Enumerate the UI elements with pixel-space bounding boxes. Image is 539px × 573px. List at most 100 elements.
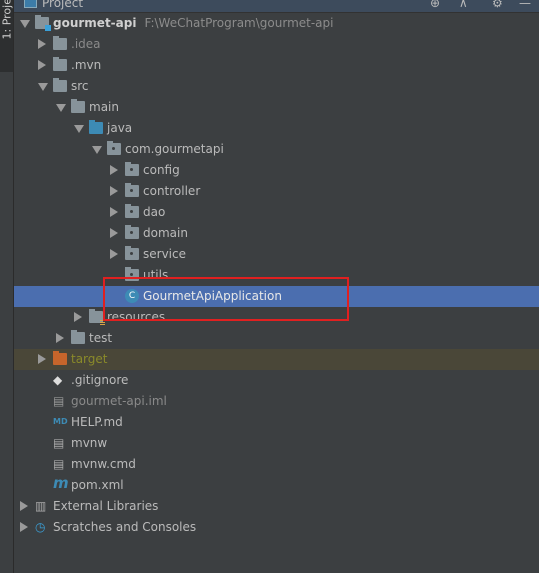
resources-folder-icon [89,309,105,326]
left-tool-strip: 1: Project [0,0,14,573]
tree-item[interactable]: controller [14,181,539,202]
text-file-icon: ▤ [53,457,65,471]
tree-item[interactable]: ▤ mvnw.cmd [14,454,539,475]
chevron-right-icon[interactable] [38,39,46,49]
item-name: com.gourmetapi [125,142,224,156]
tree-item[interactable]: .idea [14,34,539,55]
item-name: Scratches and Consoles [53,520,197,534]
tree-item[interactable]: java [14,118,539,139]
tree-item-label: HELP.md [71,415,123,429]
tree-item[interactable]: ◷ Scratches and Consoles [14,517,539,538]
tree-item[interactable]: ▥ External Libraries [14,496,539,517]
chevron-right-icon[interactable] [56,333,64,343]
tree-item[interactable]: test [14,328,539,349]
item-name: gourmet-api [53,16,137,30]
tree-item[interactable]: gourmet-api F:\WeChatProgram\gourmet-api [14,13,539,34]
tree-item[interactable]: ▤ mvnw [14,433,539,454]
tree-item-label: gourmet-api F:\WeChatProgram\gourmet-api [53,16,334,30]
tree-item-label: java [107,121,132,135]
item-name: service [143,247,186,261]
chevron-right-icon[interactable] [110,228,118,238]
package-icon [125,204,139,218]
tree-item[interactable]: target [14,349,539,370]
scratches-icon: ◷ [35,520,46,534]
tree-item-label: .gitignore [71,373,128,387]
item-name: controller [143,184,201,198]
chevron-down-icon[interactable] [92,146,102,154]
tree-item[interactable]: config [14,160,539,181]
tree-item-label: .mvn [71,58,101,72]
item-name: .mvn [71,58,102,72]
module-folder-icon [35,15,51,31]
tree-item[interactable]: MD HELP.md [14,412,539,433]
tree-item[interactable]: domain [14,223,539,244]
tree-item[interactable]: ▤ gourmet-api.iml [14,391,539,412]
hide-icon[interactable]: — [519,0,531,10]
tree-item-label: controller [143,184,200,198]
folder-icon [71,99,85,113]
project-view-selector[interactable]: Project [42,0,83,10]
chevron-down-icon[interactable] [20,20,30,28]
chevron-right-icon[interactable] [20,522,28,532]
tree-item-label: pom.xml [71,478,124,492]
folder-icon [53,78,67,92]
item-name: dao [143,205,166,219]
project-side-tab[interactable]: 1: Project [0,0,14,72]
tree-item-label: target [71,352,108,366]
tree-item-label: mvnw [71,436,107,450]
chevron-right-icon[interactable] [74,312,82,322]
tree-item[interactable]: service [14,244,539,265]
project-toolwindow-header: Project ⊕ ⊼ ⚙ — [14,0,539,13]
tree-item[interactable]: m pom.xml [14,475,539,496]
libraries-icon: ▥ [35,499,47,513]
tree-item[interactable]: main [14,97,539,118]
tree-item-label: test [89,331,112,345]
tree-item-label: dao [143,205,165,219]
item-name: HELP.md [71,415,123,429]
excluded-folder-icon [53,351,67,365]
item-name: test [89,331,113,345]
folder-icon [53,57,67,71]
git-icon-icon: ◆ [53,373,63,387]
tree-item-label: domain [143,226,188,240]
tree-item[interactable]: .mvn [14,55,539,76]
tree-item-label: .idea [71,37,101,51]
chevron-right-icon[interactable] [110,207,118,217]
tree-item-label: com.gourmetapi [125,142,224,156]
source-folder-icon [89,120,103,134]
tree-item[interactable]: com.gourmetapi [14,139,539,160]
locate-icon[interactable]: ⊕ [430,0,440,10]
chevron-right-icon[interactable] [110,249,118,259]
folder-icon [71,330,85,344]
chevron-down-icon[interactable] [56,104,66,112]
project-path: F:\WeChatProgram\gourmet-api [144,16,334,30]
side-tab-label: 1: Project [0,0,14,40]
tree-item[interactable]: ◆ .gitignore [14,370,539,391]
item-name: .idea [71,37,101,51]
iml-file-icon: ▤ [53,394,65,408]
text-file-icon: ▤ [53,436,65,450]
item-name: target [71,352,108,366]
chevron-right-icon[interactable] [38,60,46,70]
chevron-down-icon[interactable] [74,125,84,133]
item-name: config [143,163,180,177]
collapse-all-icon[interactable]: ⊼ [459,0,468,10]
chevron-right-icon[interactable] [20,501,28,511]
tree-item[interactable]: src [14,76,539,97]
chevron-down-icon[interactable] [38,83,48,91]
item-name: mvnw.cmd [71,457,136,471]
chevron-right-icon[interactable] [38,354,46,364]
maven-file-icon: m [53,474,69,492]
tree-item[interactable]: dao [14,202,539,223]
package-icon [125,225,139,239]
item-name: domain [143,226,188,240]
folder-icon [53,36,67,50]
item-name: .gitignore [71,373,129,387]
gear-icon[interactable]: ⚙ [492,0,503,10]
package-icon [125,246,139,260]
tree-item-label: External Libraries [53,499,158,513]
chevron-right-icon[interactable] [110,165,118,175]
chevron-right-icon[interactable] [110,186,118,196]
item-name: src [71,79,89,93]
package-icon [125,183,139,197]
